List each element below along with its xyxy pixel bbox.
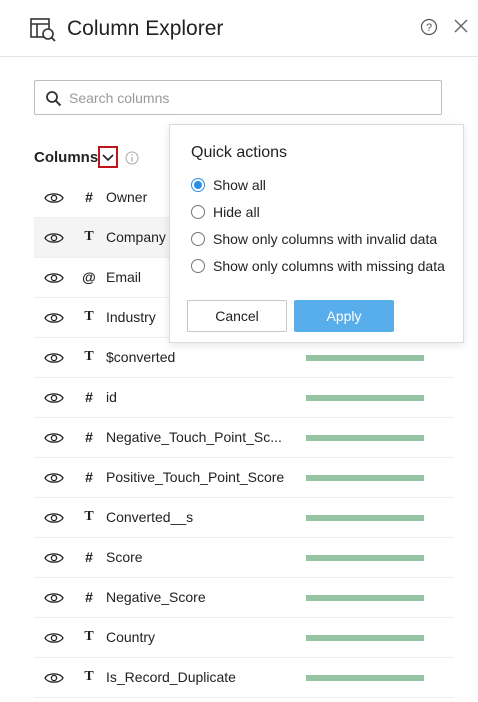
type-number-icon: # bbox=[85, 389, 93, 405]
column-name: Negative_Touch_Point_Sc... bbox=[106, 429, 282, 445]
column-name: Owner bbox=[106, 189, 148, 205]
type-number-icon: # bbox=[85, 429, 93, 445]
data-quality-bar bbox=[306, 435, 424, 441]
radio-button[interactable] bbox=[191, 205, 205, 219]
table-search-icon bbox=[29, 17, 57, 43]
type-text-icon: T bbox=[84, 509, 94, 524]
radio-button[interactable] bbox=[191, 259, 205, 273]
eye-icon[interactable] bbox=[44, 231, 64, 245]
column-row[interactable]: T $converted bbox=[34, 338, 454, 378]
column-name: Positive_Touch_Point_Score bbox=[106, 469, 285, 485]
svg-text:?: ? bbox=[426, 22, 432, 34]
close-icon[interactable] bbox=[452, 17, 470, 35]
column-row[interactable]: T Converted__s bbox=[34, 498, 454, 538]
column-name: Converted__s bbox=[106, 509, 194, 525]
radio-label[interactable]: Show only columns with missing data bbox=[213, 258, 445, 274]
help-icon[interactable]: ? bbox=[420, 18, 438, 36]
radio-button[interactable] bbox=[191, 178, 205, 192]
column-name: Country bbox=[106, 629, 156, 645]
type-number-icon: # bbox=[85, 589, 93, 605]
data-quality-bar bbox=[306, 595, 424, 601]
eye-icon[interactable] bbox=[44, 671, 64, 685]
column-row[interactable]: T Is_Record_Duplicate bbox=[34, 658, 454, 698]
columns-label: Columns bbox=[34, 149, 99, 166]
data-quality-bar bbox=[306, 355, 424, 361]
eye-icon[interactable] bbox=[44, 311, 64, 325]
column-name: id bbox=[106, 389, 117, 405]
column-row[interactable]: # Negative_Score bbox=[34, 578, 454, 618]
type-text-icon: T bbox=[84, 229, 94, 244]
type-number-icon: # bbox=[85, 549, 93, 565]
eye-icon[interactable] bbox=[44, 191, 64, 205]
panel-title: Column Explorer bbox=[67, 17, 224, 40]
column-row[interactable]: # Positive_Touch_Point_Score bbox=[34, 458, 454, 498]
quick-actions-popover: Quick actions Show all Hide all Show onl… bbox=[169, 124, 464, 343]
eye-icon[interactable] bbox=[44, 431, 64, 445]
eye-icon[interactable] bbox=[44, 391, 64, 405]
column-row[interactable]: # Score bbox=[34, 538, 454, 578]
search-box bbox=[34, 80, 442, 115]
column-name: Email bbox=[106, 269, 142, 285]
data-quality-bar bbox=[306, 635, 424, 641]
search-icon bbox=[45, 90, 62, 107]
radio-label[interactable]: Show all bbox=[213, 177, 266, 193]
panel-header: Column Explorer ? bbox=[0, 0, 478, 57]
data-quality-bar bbox=[306, 515, 424, 521]
column-row[interactable]: # id bbox=[34, 378, 454, 418]
data-quality-bar bbox=[306, 395, 424, 401]
type-number-icon: # bbox=[85, 189, 93, 205]
column-name: Is_Record_Duplicate bbox=[106, 669, 236, 685]
popover-title: Quick actions bbox=[191, 144, 288, 161]
eye-icon[interactable] bbox=[44, 351, 64, 365]
column-name: Negative_Score bbox=[106, 589, 206, 605]
column-name: $converted bbox=[106, 349, 176, 365]
radio-label[interactable]: Show only columns with invalid data bbox=[213, 231, 437, 247]
type-number-icon: # bbox=[85, 469, 93, 485]
eye-icon[interactable] bbox=[44, 591, 64, 605]
eye-icon[interactable] bbox=[44, 551, 64, 565]
data-quality-bar bbox=[306, 555, 424, 561]
column-name: Score bbox=[106, 549, 143, 565]
column-name: Industry bbox=[106, 309, 156, 325]
eye-icon[interactable] bbox=[44, 631, 64, 645]
quick-actions-toggle[interactable] bbox=[98, 146, 118, 168]
column-name: Company bbox=[106, 229, 166, 245]
eye-icon[interactable] bbox=[44, 511, 64, 525]
column-row[interactable]: T Country bbox=[34, 618, 454, 658]
type-email-icon: @ bbox=[82, 269, 96, 285]
search-input[interactable] bbox=[69, 81, 429, 114]
type-text-icon: T bbox=[84, 349, 94, 364]
type-text-icon: T bbox=[84, 669, 94, 684]
type-text-icon: T bbox=[84, 309, 94, 324]
radio-button[interactable] bbox=[191, 232, 205, 246]
radio-label[interactable]: Hide all bbox=[213, 204, 260, 220]
eye-icon[interactable] bbox=[44, 471, 64, 485]
type-text-icon: T bbox=[84, 629, 94, 644]
info-icon[interactable] bbox=[125, 151, 139, 165]
data-quality-bar bbox=[306, 675, 424, 681]
apply-button[interactable]: Apply bbox=[294, 300, 394, 332]
cancel-button[interactable]: Cancel bbox=[187, 300, 287, 332]
column-row[interactable]: # Negative_Touch_Point_Sc... bbox=[34, 418, 454, 458]
eye-icon[interactable] bbox=[44, 271, 64, 285]
data-quality-bar bbox=[306, 475, 424, 481]
